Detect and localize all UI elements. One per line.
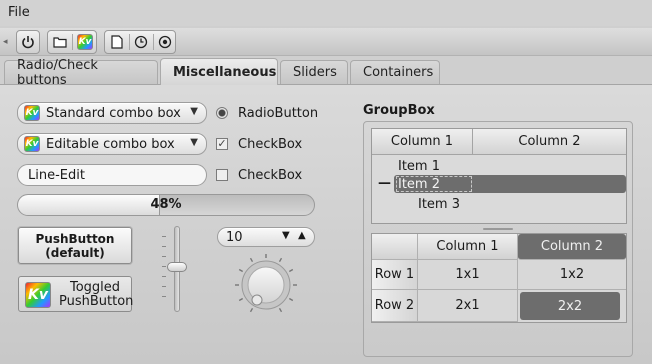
tree-item[interactable]: Item 3 <box>418 197 460 212</box>
tab-miscellaneous[interactable]: Miscellaneous <box>160 58 278 85</box>
dial-handle <box>251 294 263 306</box>
toolbar-group-1 <box>16 30 40 54</box>
tree-item[interactable]: Item 1 <box>398 159 440 174</box>
toggled-label-1: Toggled <box>69 280 121 295</box>
toolbar-grip-icon[interactable]: ◂ <box>3 38 9 47</box>
table-header-column-1[interactable]: Column 1 <box>418 234 518 260</box>
table-row-header-1[interactable]: Row 1 <box>372 260 418 290</box>
toggled-label-2: PushButton <box>59 294 134 309</box>
tab-radio-check-buttons[interactable]: Radio/Check buttons <box>4 58 158 88</box>
line-edit[interactable]: Line-Edit <box>17 164 207 186</box>
folder-icon[interactable] <box>49 31 71 53</box>
chevron-down-icon: ▼ <box>190 106 198 117</box>
tab-sliders[interactable]: Sliders <box>280 60 348 84</box>
target-icon[interactable] <box>154 31 176 53</box>
menu-file[interactable]: File <box>8 5 30 20</box>
menubar: File <box>0 0 652 26</box>
tab-bar: Radio/Check buttons Miscellaneous Slider… <box>0 58 652 88</box>
table-row-header-2[interactable]: Row 2 <box>372 290 418 322</box>
table-header-column-2[interactable]: Column 2 <box>518 234 626 260</box>
power-icon[interactable] <box>17 31 39 53</box>
slider-handle[interactable] <box>167 262 187 272</box>
toolbar-separator <box>72 34 73 50</box>
progress-bar: 48% <box>17 194 315 216</box>
clock-icon[interactable] <box>130 31 152 53</box>
radio-button-label: RadioButton <box>238 106 319 121</box>
checkbox-2[interactable] <box>216 169 228 181</box>
push-button-label-2: (default) <box>45 246 105 260</box>
splitter-handle[interactable] <box>371 227 627 231</box>
editable-combo-box[interactable]: Kv Editable combo box ▼ <box>17 133 207 155</box>
document-icon[interactable] <box>106 31 128 53</box>
table-view[interactable]: Column 1 Column 2 Row 1 1x1 1x2 Row 2 2x… <box>371 233 627 323</box>
toggled-button-label: Toggled PushButton <box>59 280 134 309</box>
toolbar-group-2: Kv <box>47 30 97 54</box>
chevron-down-icon[interactable]: ▼ <box>190 137 198 148</box>
dial[interactable] <box>233 252 299 318</box>
standard-combo-label: Standard combo box <box>46 105 181 121</box>
toggled-push-button[interactable]: Kv Toggled PushButton <box>18 276 134 312</box>
push-button-default[interactable]: PushButton (default) <box>18 227 132 264</box>
kv-logo-icon: Kv <box>25 282 51 308</box>
tree-item-selected[interactable]: Item 2 <box>398 177 440 192</box>
slider-ticks <box>162 236 166 298</box>
table-cell[interactable]: 1x2 <box>518 260 626 290</box>
tree-header-column-1[interactable]: Column 1 <box>372 129 473 155</box>
spin-box-value[interactable]: 10 <box>226 230 243 245</box>
standard-combo-box[interactable]: Kv Standard combo box ▼ <box>17 102 207 124</box>
table-cell[interactable]: 2x1 <box>418 290 518 322</box>
checkbox-1-label: CheckBox <box>238 137 303 152</box>
collapse-icon[interactable]: — <box>378 176 391 191</box>
kv-logo-icon: Kv <box>24 105 40 121</box>
groupbox-title: GroupBox <box>363 103 435 118</box>
chevron-down-icon[interactable]: ▼ <box>282 230 290 241</box>
chevron-up-icon[interactable]: ▲ <box>298 230 306 241</box>
tree-view[interactable]: Column 1 Column 2 Item 1 — Item 2 Item 3 <box>371 128 627 224</box>
checkbox-1[interactable]: ✓ <box>216 138 228 150</box>
tree-header-column-2[interactable]: Column 2 <box>473 129 626 155</box>
push-button-label-1: PushButton <box>35 232 115 246</box>
kv-logo-icon: Kv <box>24 136 40 152</box>
spin-box[interactable]: 10 ▼ ▲ <box>217 227 315 247</box>
table-cell[interactable]: 1x1 <box>418 260 518 290</box>
checkbox-2-label: CheckBox <box>238 168 303 183</box>
radio-button[interactable] <box>216 107 228 119</box>
tab-containers[interactable]: Containers <box>350 60 440 84</box>
progress-text: 48% <box>150 197 182 212</box>
editable-combo-input[interactable]: Editable combo box <box>46 137 175 152</box>
toolbar: ◂ Kv <box>0 28 652 56</box>
toolbar-group-3 <box>104 30 176 54</box>
table-cell-selected[interactable]: 2x2 <box>520 292 620 320</box>
kv-logo-icon[interactable]: Kv <box>74 31 96 53</box>
table-corner[interactable] <box>372 234 418 260</box>
